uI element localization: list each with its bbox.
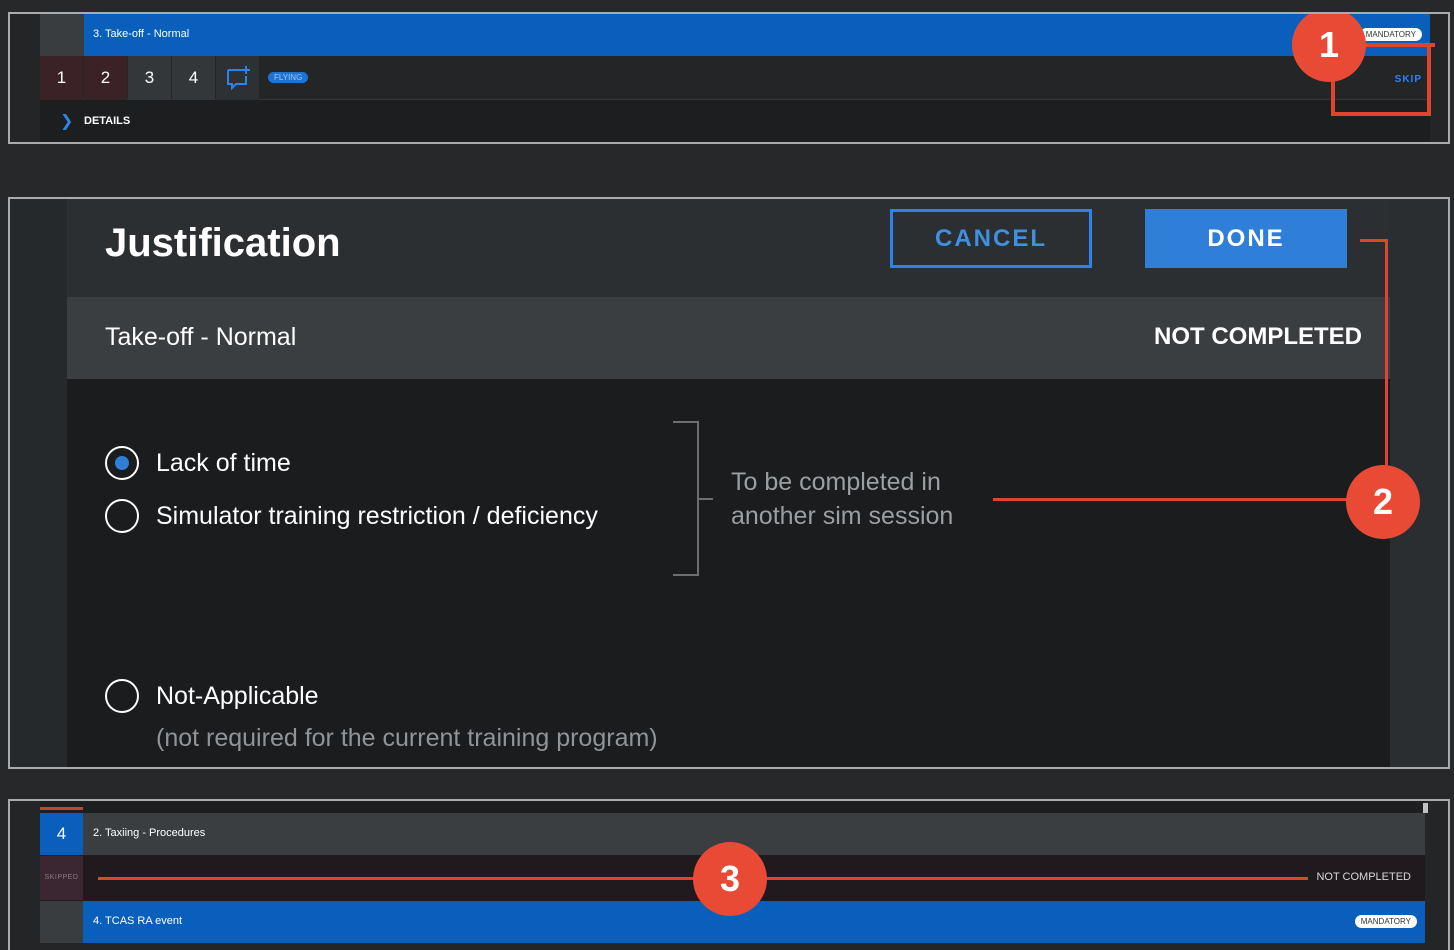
radio-not-applicable[interactable] [105, 679, 139, 713]
maneuver-card-panel: 3. Take-off - Normal MANDATORY 1 2 3 4 F… [8, 12, 1450, 144]
callout-connector [1360, 239, 1388, 242]
maneuver-title: 2. Taxiing - Procedures [93, 827, 206, 839]
background-strip [10, 199, 67, 767]
skip-highlight-top [1360, 43, 1435, 47]
maneuver-name: Take-off - Normal [105, 323, 297, 351]
group-bracket-tick [699, 498, 713, 500]
skipped-badge: SKIPPED [40, 856, 83, 900]
maneuver-list-panel: 4 2. Taxiing - Procedures SKIPPED NOT CO… [8, 799, 1450, 950]
maneuver-status: NOT COMPLETED [1154, 323, 1362, 350]
group-bracket [673, 421, 699, 576]
callout-connector [993, 498, 1353, 501]
group-note: To be completed in another sim session [731, 468, 954, 530]
grade-row [40, 943, 1425, 950]
details-label: DETAILS [84, 115, 131, 127]
justification-panel: Justification CANCEL DONE Take-off - Nor… [8, 197, 1450, 769]
maneuver-header[interactable]: 3. Take-off - Normal MANDATORY [40, 14, 1430, 56]
maneuver-summary: Take-off - Normal NOT COMPLETED [67, 297, 1390, 379]
option-label[interactable]: Not-Applicable [156, 682, 319, 711]
grade-button-2[interactable]: 2 [84, 56, 127, 100]
done-button[interactable]: DONE [1145, 209, 1347, 268]
status-pill: FLYING [268, 72, 309, 83]
grade-row: 1 2 3 4 FLYING SKIP [40, 56, 1430, 100]
radio-lack-of-time[interactable] [105, 446, 139, 480]
details-toggle[interactable]: ❯ DETAILS [40, 101, 1430, 142]
grade-indicator [40, 807, 83, 810]
maneuver-grade-slot [40, 901, 83, 943]
callout-badge-2: 2 [1346, 465, 1420, 539]
mandatory-badge: MANDATORY [1359, 28, 1422, 41]
maneuver-card: 3. Take-off - Normal MANDATORY 1 2 3 4 F… [40, 14, 1430, 142]
grade-button-1[interactable]: 1 [40, 56, 83, 100]
comment-add-icon [227, 66, 250, 91]
chevron-right-icon: ❯ [60, 113, 74, 130]
callout-badge-3: 3 [693, 842, 767, 916]
not-applicable-note: (not required for the current training p… [156, 724, 658, 752]
grade-button-3[interactable]: 3 [128, 56, 171, 100]
dialog-header: Justification CANCEL DONE [67, 199, 1390, 297]
grade-button-4[interactable]: 4 [172, 56, 215, 100]
maneuver-title: 4. TCAS RA event [93, 915, 183, 927]
option-label[interactable]: Simulator training restriction / deficie… [156, 502, 598, 531]
cancel-button[interactable]: CANCEL [890, 209, 1092, 268]
grade-badge: 4 [40, 813, 83, 855]
maneuver-title: 3. Take-off - Normal [93, 28, 190, 40]
maneuver-grade-slot [40, 14, 84, 56]
dialog-title: Justification [105, 221, 341, 265]
mandatory-badge: MANDATORY [1354, 915, 1417, 928]
option-label[interactable]: Lack of time [156, 449, 291, 478]
add-comment-button[interactable] [216, 56, 259, 100]
callout-connector [1385, 239, 1388, 469]
radio-simulator-restriction[interactable] [105, 499, 139, 533]
scrollbar-thumb[interactable] [1423, 803, 1428, 813]
not-completed-status: NOT COMPLETED [1316, 871, 1411, 883]
